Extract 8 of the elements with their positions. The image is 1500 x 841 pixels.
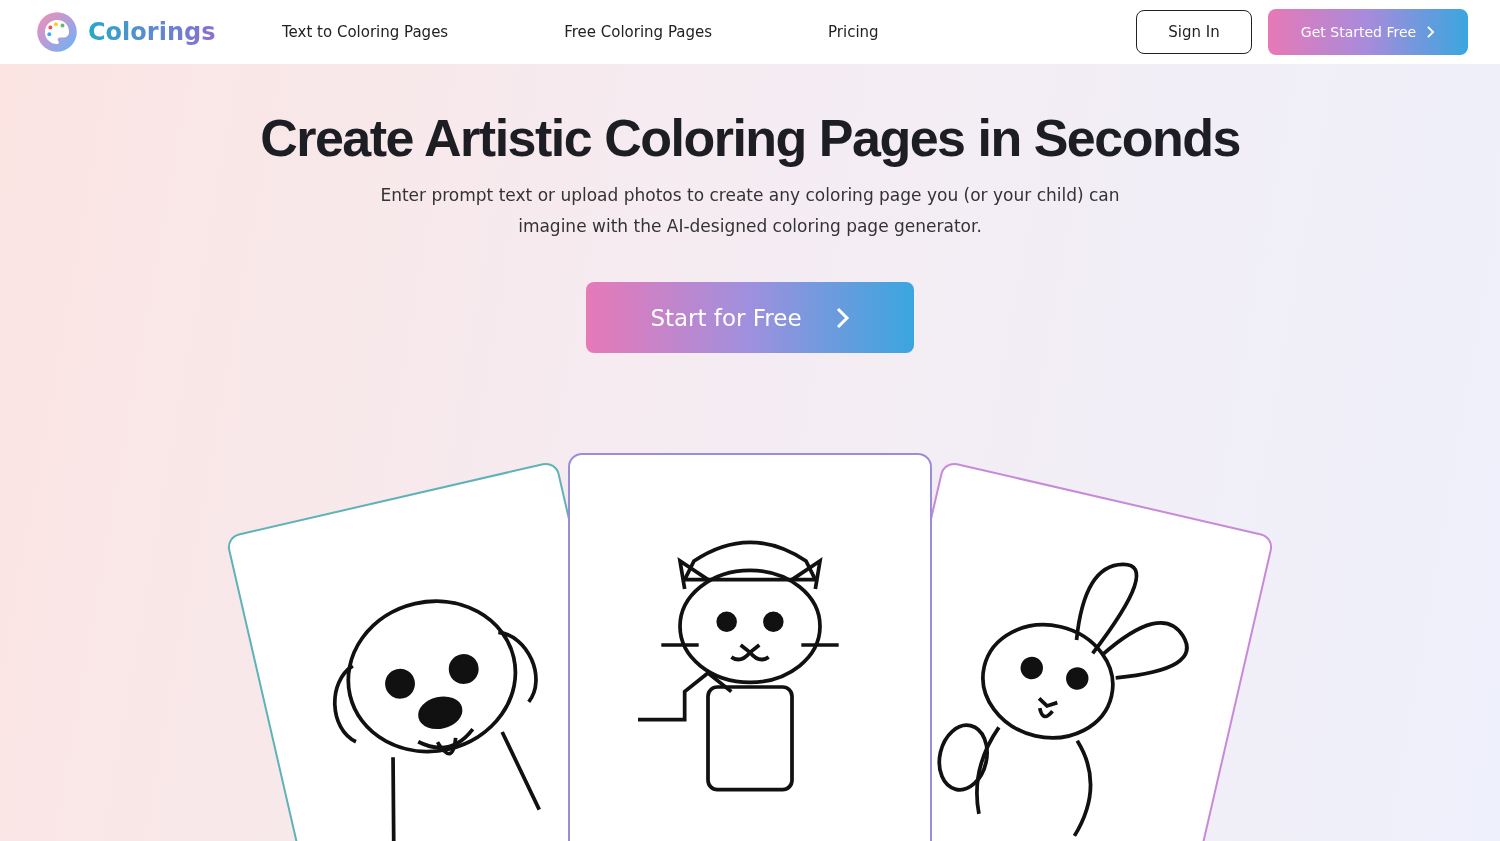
chevron-right-icon [835,306,850,329]
hero-subtitle: Enter prompt text or upload photos to create any coloring page you (or your child) can imagine with the AI-designed coloring page generator. [379,184,1121,238]
nav-link[interactable]: Free Coloring Pages [564,23,713,41]
nav-link[interactable]: Pricing [828,23,879,41]
chevron-right-icon [1426,26,1436,38]
sign-in-button[interactable]: Sign In [1136,10,1252,54]
hero-title: Create Artistic Coloring Pages in Seconds [260,108,1240,168]
nav-link[interactable]: Text to Coloring Pages [282,23,449,41]
